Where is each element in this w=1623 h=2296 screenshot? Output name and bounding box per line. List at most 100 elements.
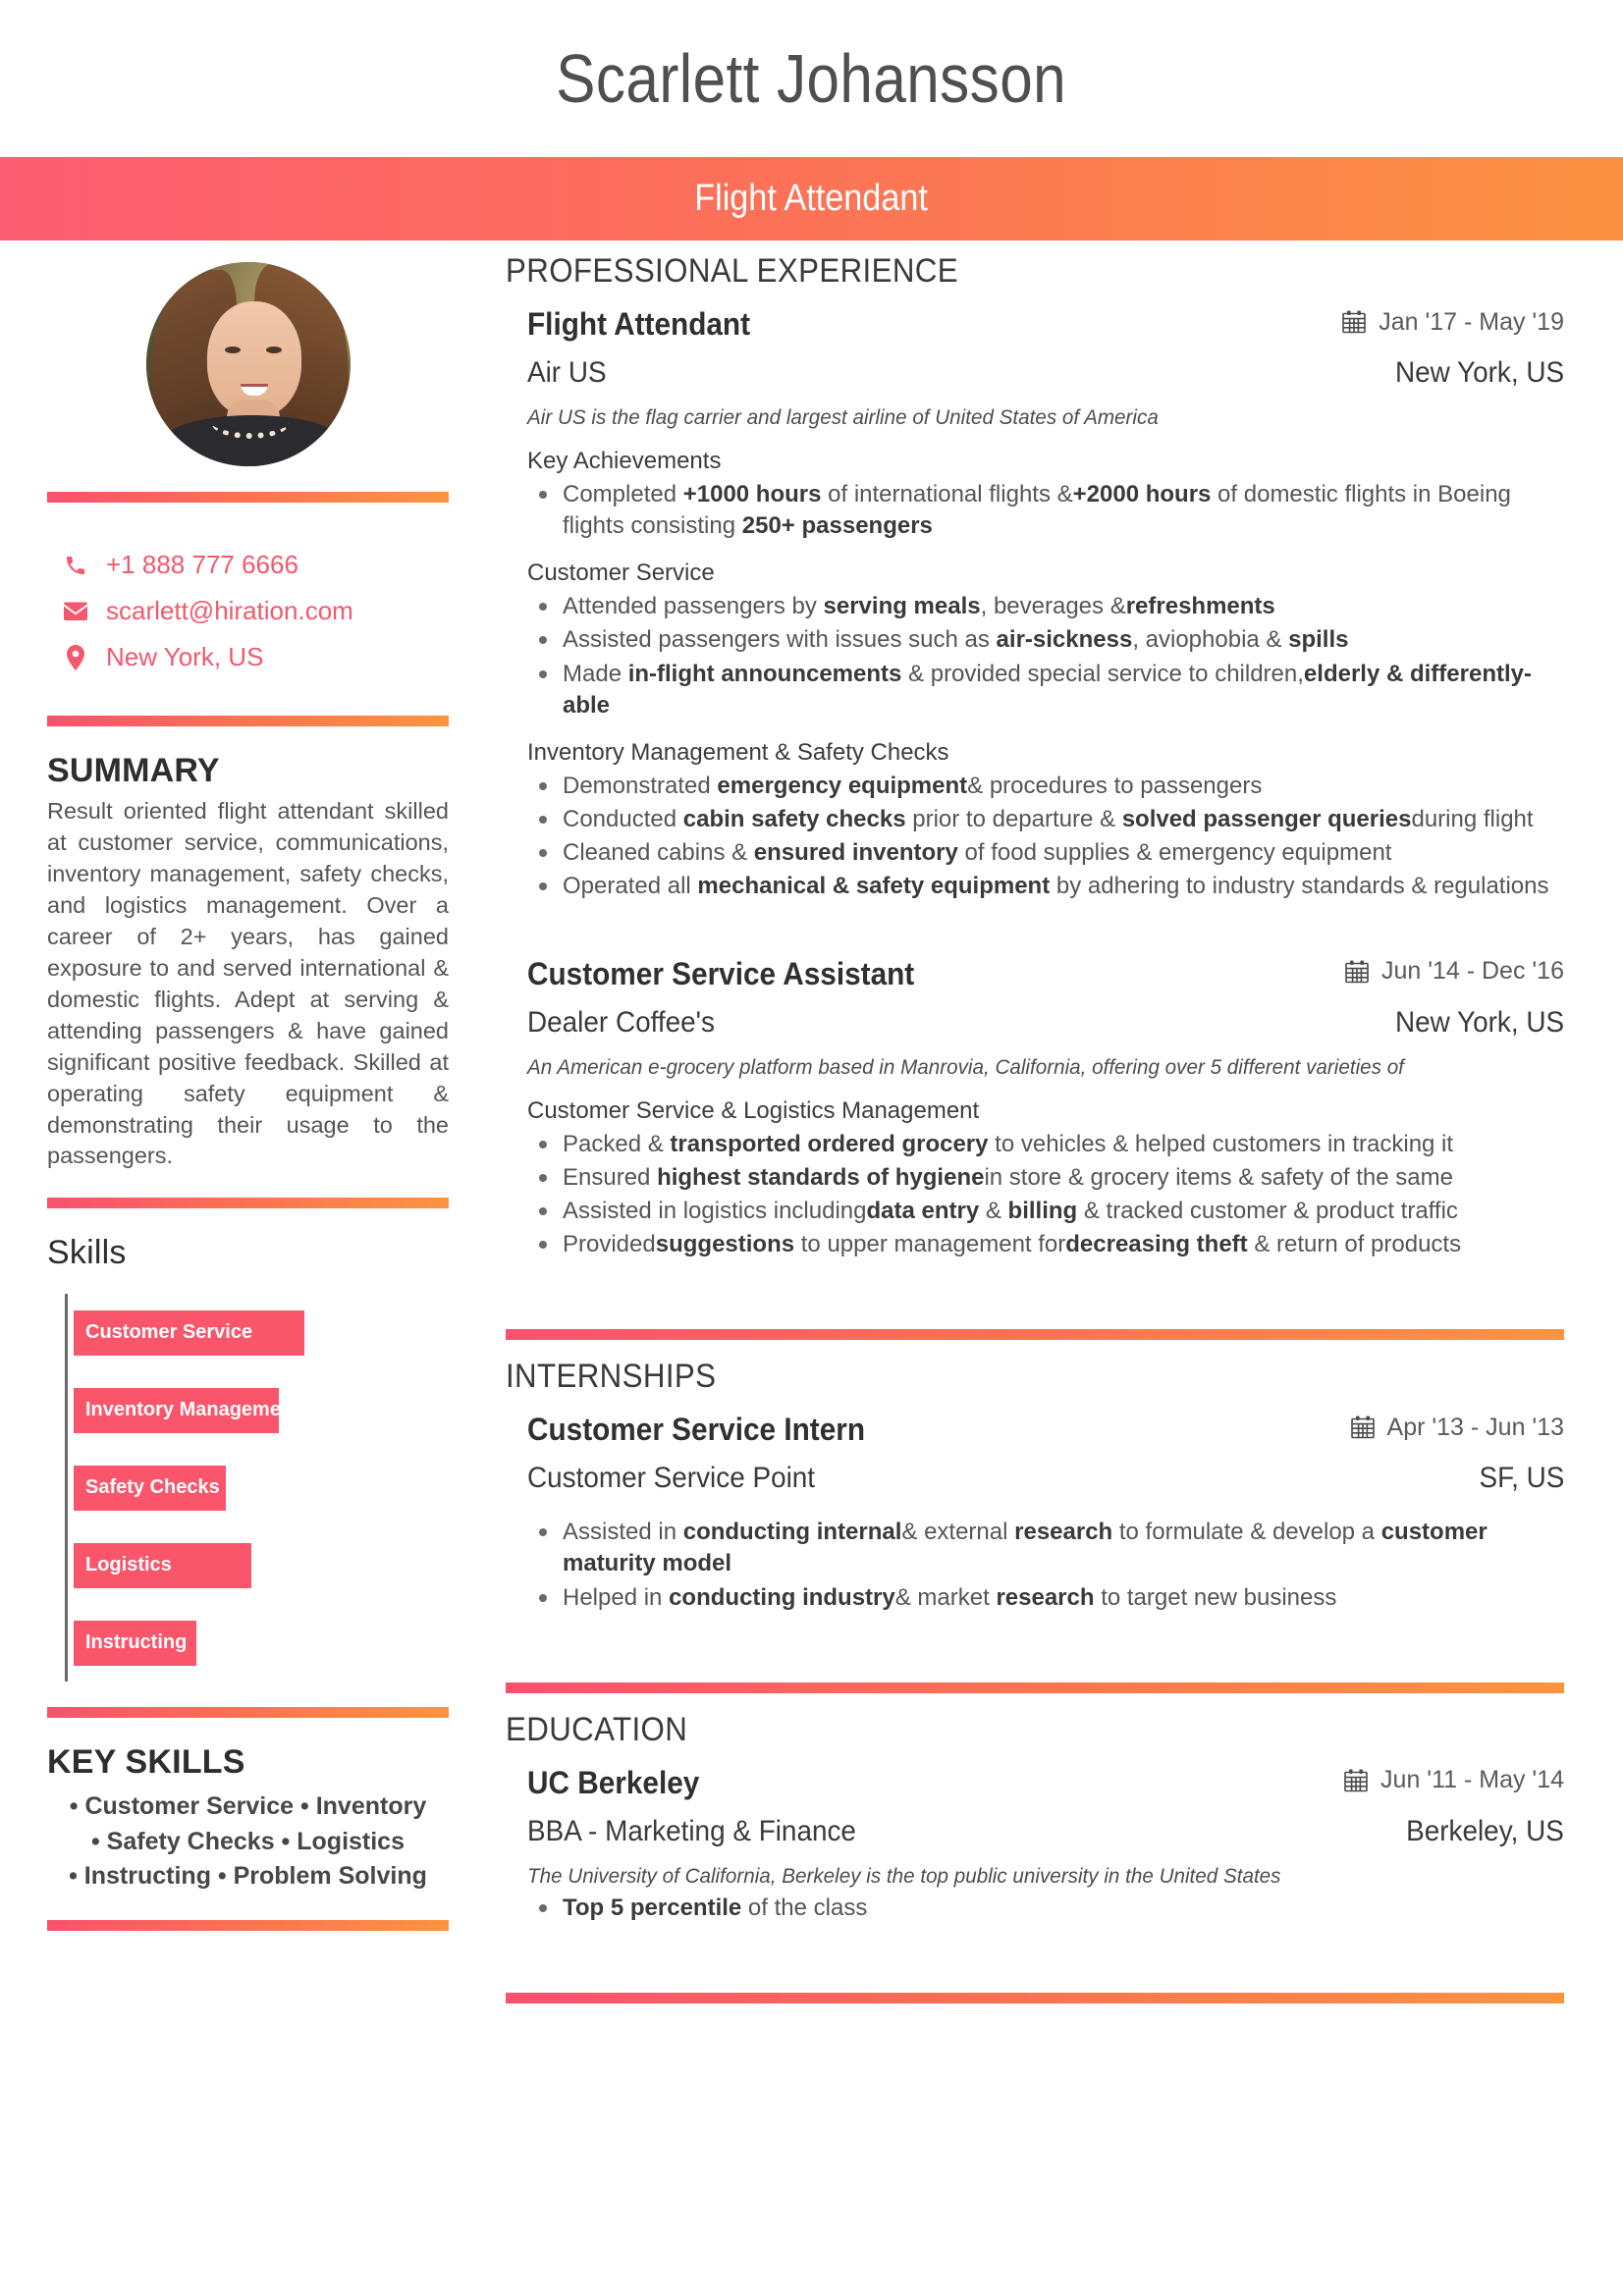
job-title-banner: Flight Attendant — [0, 157, 1623, 240]
skill-bar-label: Customer Service — [85, 1321, 253, 1344]
contact-location-value: New York, US — [106, 642, 264, 671]
internships-section: INTERNSHIPS Customer Service Intern Apr '… — [506, 1358, 1564, 1660]
experience-heading: PROFESSIONAL EXPERIENCE — [506, 252, 958, 290]
resume-body: +1 888 777 6666 scarlett@hiration.com Ne… — [0, 240, 1623, 2021]
entry-bullet: Assisted in conducting internal& externa… — [527, 1517, 1564, 1579]
key-skills-line: • Instructing • Problem Solving — [69, 1862, 427, 1891]
resume-page: Scarlett Johansson Flight Attendant +1 8… — [0, 0, 1623, 2296]
entry-bullet: Ensured highest standards of hygienein s… — [527, 1162, 1564, 1194]
key-skills-line: • Safety Checks • Logistics — [90, 1827, 405, 1855]
experience-section: PROFESSIONAL EXPERIENCE Flight Attendant… — [506, 252, 1564, 1308]
skill-bar: Customer Service — [74, 1309, 304, 1356]
contact-email-value: scarlett@hiration.com — [106, 596, 353, 625]
divider — [47, 492, 449, 503]
entry-title-row: Flight Attendant Jan '17 - May '19 — [527, 306, 1564, 343]
calendar-icon — [1350, 1415, 1375, 1439]
entry-bullet: Helped in conducting industry& market re… — [527, 1582, 1564, 1614]
skill-bar-label: Logistics — [85, 1554, 172, 1576]
name-header: Scarlett Johansson — [0, 0, 1623, 157]
entry-role: Customer Service Intern — [527, 1412, 866, 1448]
skill-bar: Instructing — [74, 1620, 196, 1666]
entry-dates: Jun '11 - May '14 — [1343, 1766, 1564, 1794]
entry-bullet: Conducted cabin safety checks prior to d… — [527, 804, 1564, 835]
contact-phone[interactable]: +1 888 777 6666 — [63, 550, 449, 580]
entry-subheading: Customer Service & Logistics Management — [527, 1096, 980, 1124]
entry-bullet-list: Packed & transported ordered grocery to … — [527, 1129, 1564, 1261]
experience-entry: UC Berkeley Jun '11 - May '14 BBA - Market… — [506, 1765, 1564, 1971]
entry-blurb: Air US is the flag carrier and largest a… — [527, 405, 1159, 429]
entry-bullet: Attended passengers by serving meals, be… — [527, 591, 1564, 622]
key-skills-list: • Customer Service • Inventory • Safety C… — [47, 1788, 449, 1895]
entry-role: UC Berkeley — [527, 1764, 700, 1800]
entry-location: Berkeley, US — [1406, 1814, 1564, 1847]
candidate-job-title: Flight Attendant — [694, 178, 929, 219]
divider — [47, 1198, 449, 1209]
skills-heading: Skills — [47, 1234, 127, 1272]
calendar-icon — [1344, 1769, 1368, 1791]
experience-entry: Flight Attendant Jan '17 - May '19 Air US N… — [506, 306, 1564, 950]
entry-dates-text: Jan '17 - May '19 — [1379, 307, 1564, 336]
internships-heading: INTERNSHIPS — [506, 1358, 717, 1396]
contact-list: +1 888 777 6666 scarlett@hiration.com Ne… — [47, 528, 449, 690]
education-section: EDUCATION UC Berkeley Jun '11 - May '14 BB… — [506, 1711, 1564, 1971]
experience-entries: Flight Attendant Jan '17 - May '19 Air US N… — [506, 306, 1564, 1308]
entry-bullet: Demonstrated emergency equipment& proced… — [527, 771, 1564, 802]
entry-bullet-list: Attended passengers by serving meals, be… — [527, 591, 1564, 721]
entry-bullet-list: Completed +1000 hours of international f… — [527, 479, 1564, 542]
avatar-container — [47, 252, 449, 466]
envelope-icon — [63, 602, 88, 621]
skill-bar-row: Customer Service — [74, 1294, 449, 1371]
entry-bullet: Assisted in logistics includingdata entr… — [527, 1196, 1564, 1227]
skill-bar: Logistics — [74, 1542, 251, 1588]
entry-role: Flight Attendant — [527, 306, 751, 342]
experience-entry: Customer Service Intern Apr '13 - Jun '13… — [506, 1412, 1564, 1660]
sidebar: +1 888 777 6666 scarlett@hiration.com Ne… — [0, 252, 496, 1956]
skill-bar-label: Instructing — [85, 1631, 188, 1654]
entry-org-row: Air US New York, US — [527, 356, 1564, 390]
skill-bar-row: Safety Checks — [74, 1449, 449, 1526]
entry-dates-text: Jun '11 - May '14 — [1380, 1766, 1564, 1794]
entry-bullet-list: Assisted in conducting internal& externa… — [527, 1517, 1564, 1613]
divider — [47, 1919, 449, 1931]
entry-bullet: Packed & transported ordered grocery to … — [527, 1129, 1564, 1160]
entry-subheading: Key Achievements — [527, 448, 722, 474]
skill-bar: Inventory Management — [74, 1387, 299, 1433]
phone-icon — [63, 554, 88, 577]
experience-entry: Customer Service Assistant Jun '14 - Dec … — [506, 956, 1564, 1308]
internship-entries: Customer Service Intern Apr '13 - Jun '13… — [506, 1412, 1564, 1660]
skill-bar-label: Safety Checks — [85, 1476, 220, 1499]
contact-phone-value: +1 888 777 6666 — [106, 550, 298, 579]
entry-title-row: Customer Service Intern Apr '13 - Jun '13 — [527, 1412, 1564, 1448]
divider — [47, 1707, 449, 1719]
entry-bullet: Made in-flight announcements & provided … — [527, 659, 1564, 721]
entry-dates: Jan '17 - May '19 — [1341, 308, 1564, 337]
education-entries: UC Berkeley Jun '11 - May '14 BBA - Market… — [506, 1765, 1564, 1971]
divider — [506, 1992, 1564, 2003]
entry-organization: Customer Service Point — [527, 1462, 816, 1495]
summary-text: Result oriented flight attendant skilled… — [47, 798, 449, 1169]
divider — [506, 1329, 1564, 1341]
key-skills-section: KEY SKILLS • Customer Service • Inventor… — [47, 1743, 449, 1895]
skill-bar-row: Logistics — [74, 1526, 449, 1604]
calendar-icon — [1342, 310, 1366, 334]
entry-bullet-list: Top 5 percentile of the class — [527, 1893, 1564, 1924]
divider — [47, 716, 449, 726]
candidate-name: Scarlett Johansson — [556, 40, 1067, 117]
skill-bar: Safety Checks — [74, 1465, 227, 1511]
entry-role: Customer Service Assistant — [527, 955, 915, 991]
entry-subheading: Customer Service — [527, 560, 715, 587]
entry-bullet: Top 5 percentile of the class — [527, 1893, 1564, 1924]
entry-bullet: Assisted passengers with issues such as … — [527, 624, 1564, 656]
entry-bullet-list: Demonstrated emergency equipment& proced… — [527, 771, 1564, 903]
entry-bullet: Completed +1000 hours of international f… — [527, 479, 1564, 542]
contact-email[interactable]: scarlett@hiration.com — [63, 596, 449, 626]
entry-org-row: Customer Service Point SF, US — [527, 1462, 1564, 1495]
contact-location[interactable]: New York, US — [63, 642, 449, 672]
skills-section: Skills Customer Service Inventory Managem… — [47, 1234, 449, 1682]
skill-bar-row: Inventory Management — [74, 1371, 449, 1449]
entry-org-row: Dealer Coffee's New York, US — [527, 1006, 1564, 1040]
